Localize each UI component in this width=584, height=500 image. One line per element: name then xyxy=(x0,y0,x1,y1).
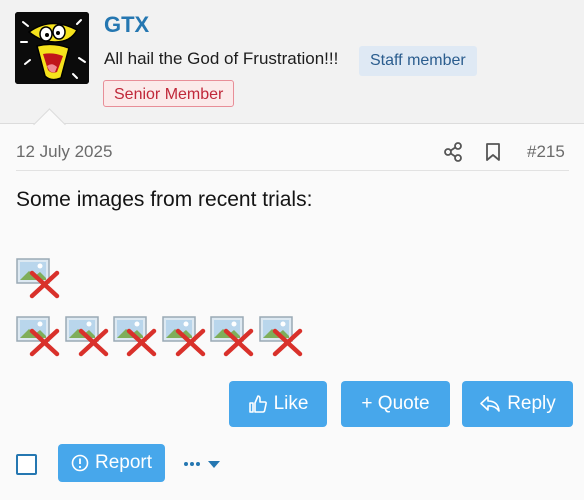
like-button[interactable]: Like xyxy=(229,381,327,427)
more-options-menu-icon[interactable] xyxy=(183,453,223,475)
duck-avatar-icon xyxy=(15,12,89,84)
report-label: Report xyxy=(94,452,153,473)
select-post-checkbox[interactable] xyxy=(16,454,37,475)
reply-label: Reply xyxy=(507,393,556,414)
report-button[interactable]: Report xyxy=(58,444,165,482)
alert-circle-icon xyxy=(71,454,89,472)
broken-image-icon[interactable] xyxy=(64,316,111,358)
broken-image-icon[interactable] xyxy=(16,258,62,300)
share-icon[interactable] xyxy=(443,141,463,163)
reply-button[interactable]: Reply xyxy=(462,381,573,427)
post-date[interactable]: 12 July 2025 xyxy=(16,142,112,162)
quote-label: + Quote xyxy=(361,393,430,414)
username-link[interactable]: GTX xyxy=(104,12,149,38)
like-label: Like xyxy=(273,393,309,414)
bookmark-icon[interactable] xyxy=(484,141,502,163)
broken-image-icon[interactable] xyxy=(161,316,208,358)
post-body-text: Some images from recent trials: xyxy=(16,188,313,211)
thumbs-up-icon xyxy=(248,395,267,413)
user-custom-title: All hail the God of Frustration!!! xyxy=(104,49,339,68)
broken-image-icon[interactable] xyxy=(258,316,305,358)
quote-button[interactable]: + Quote xyxy=(341,381,450,427)
staff-member-badge: Staff member xyxy=(359,46,477,76)
post-number-link[interactable]: #215 xyxy=(527,142,565,162)
reply-arrow-icon xyxy=(480,396,501,412)
post-header-divider xyxy=(16,170,569,171)
avatar[interactable] xyxy=(15,12,89,84)
broken-image-icon[interactable] xyxy=(210,316,256,358)
senior-member-badge: Senior Member xyxy=(103,80,235,107)
broken-image-icon[interactable] xyxy=(16,316,62,358)
broken-image-icon[interactable] xyxy=(113,316,159,358)
message-user-header: GTX All hail the God of Frustration!!! S… xyxy=(0,0,584,124)
